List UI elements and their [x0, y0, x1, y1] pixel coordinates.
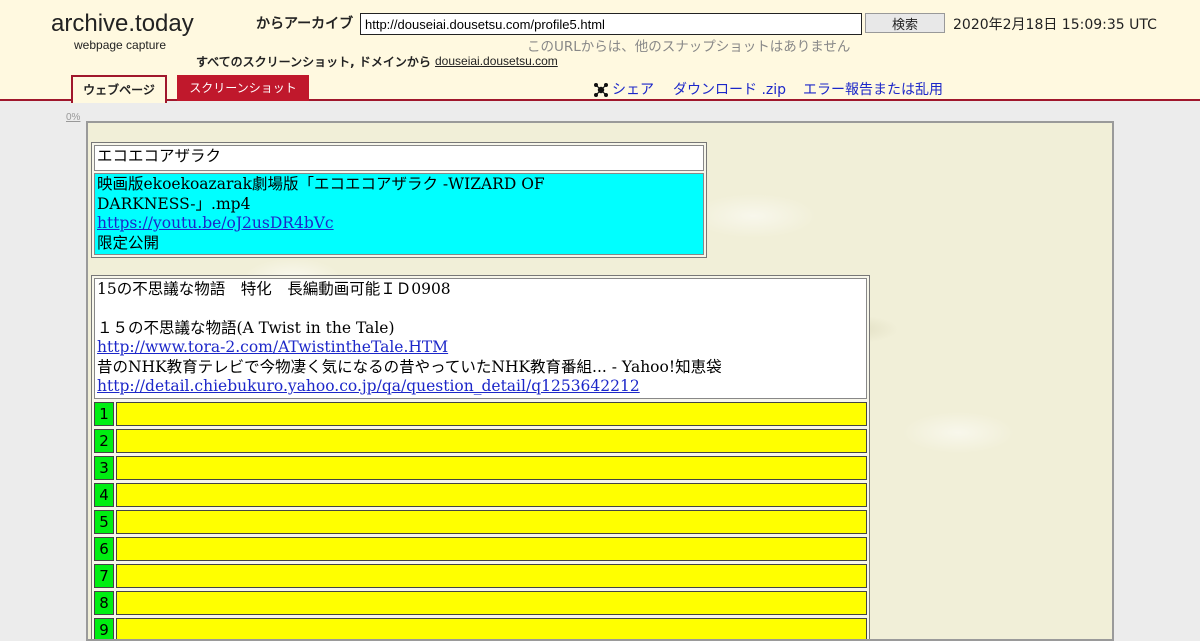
row-content-cell — [116, 537, 867, 561]
search-button[interactable]: 検索 — [865, 13, 945, 33]
table-header-cell: 15の不思議な物語 特化 長編動画可能ＩＤ0908 １５の不思議な物語(A Tw… — [94, 278, 867, 399]
row-content-cell — [116, 456, 867, 480]
table-row: 9 — [94, 618, 867, 641]
no-snapshots-message: このURLからは、他のスナップショットはありません — [527, 35, 850, 55]
table-row: 7 — [94, 564, 867, 588]
logo-subtitle: webpage capture — [74, 38, 166, 52]
numbered-rows: 1 2 3 4 5 6 7 8 9 — [94, 402, 867, 641]
row-number: 5 — [94, 510, 114, 534]
table-body: 映画版ekoekoazarak劇場版「エコエコアザラク -WIZARD OF D… — [94, 173, 704, 255]
all-screenshots-label: すべてのスクリーンショット, ドメインから — [196, 53, 431, 70]
row-content-cell — [116, 591, 867, 615]
row-number: 3 — [94, 456, 114, 480]
archive-header: archive.today webpage capture からアーカイブ 検索… — [0, 0, 1200, 101]
table-row: 8 — [94, 591, 867, 615]
archived-page-frame: エコエコアザラク 映画版ekoekoazarak劇場版「エコエコアザラク -WI… — [86, 121, 1114, 641]
table-row: 1 — [94, 402, 867, 426]
row-number: 8 — [94, 591, 114, 615]
row-content-cell — [116, 483, 867, 507]
domain-link[interactable]: douseiai.dousetsu.com — [435, 54, 558, 68]
tora-link[interactable]: http://www.tora-2.com/ATwistintheTale.HT… — [97, 338, 448, 356]
zoom-level[interactable]: 0% — [66, 112, 80, 123]
row-number: 1 — [94, 402, 114, 426]
table-row: 2 — [94, 429, 867, 453]
row-content-cell — [116, 402, 867, 426]
table-title: エコエコアザラク — [94, 145, 704, 171]
row-number: 6 — [94, 537, 114, 561]
archive-from-label: からアーカイブ — [256, 13, 353, 33]
table-subtitle: １５の不思議な物語(A Twist in the Tale) — [97, 319, 864, 339]
chiebukuro-description: 昔のNHK教育テレビで今物凄く気になるの昔やっていたNHK教育番組... - Y… — [97, 358, 864, 378]
row-content-cell — [116, 429, 867, 453]
row-number: 2 — [94, 429, 114, 453]
youtube-link[interactable]: https://youtu.be/oJ2usDR4bVc — [97, 214, 334, 232]
row-content-cell — [116, 618, 867, 641]
twist-tale-table: 15の不思議な物語 特化 長編動画可能ＩＤ0908 １５の不思議な物語(A Tw… — [91, 275, 870, 641]
row-content-cell — [116, 564, 867, 588]
row-number: 7 — [94, 564, 114, 588]
table-row: 5 — [94, 510, 867, 534]
report-abuse-link[interactable]: エラー報告または乱用 — [803, 79, 943, 99]
tab-screenshot[interactable]: スクリーンショット — [177, 75, 309, 101]
download-zip-link[interactable]: ダウンロード .zip — [673, 79, 786, 99]
row-number: 4 — [94, 483, 114, 507]
capture-date: 2020年2月18日 15:09:35 UTC — [953, 14, 1157, 34]
row-content-cell — [116, 510, 867, 534]
logo-title[interactable]: archive.today — [51, 10, 194, 38]
table-row: 3 — [94, 456, 867, 480]
visibility-note: 限定公開 — [97, 234, 701, 254]
share-link[interactable]: シェア — [612, 79, 654, 99]
table-row: 4 — [94, 483, 867, 507]
table-row: 6 — [94, 537, 867, 561]
table-title: 15の不思議な物語 特化 長編動画可能ＩＤ0908 — [97, 280, 864, 300]
share-icon[interactable] — [593, 82, 609, 98]
video-title: 映画版ekoekoazarak劇場版「エコエコアザラク -WIZARD OF D… — [97, 175, 701, 214]
url-input[interactable] — [360, 13, 862, 35]
row-number: 9 — [94, 618, 114, 641]
ekoeko-table: エコエコアザラク 映画版ekoekoazarak劇場版「エコエコアザラク -WI… — [91, 142, 707, 258]
tab-webpage[interactable]: ウェブページ — [71, 75, 167, 103]
chiebukuro-link[interactable]: http://detail.chiebukuro.yahoo.co.jp/qa/… — [97, 377, 640, 395]
